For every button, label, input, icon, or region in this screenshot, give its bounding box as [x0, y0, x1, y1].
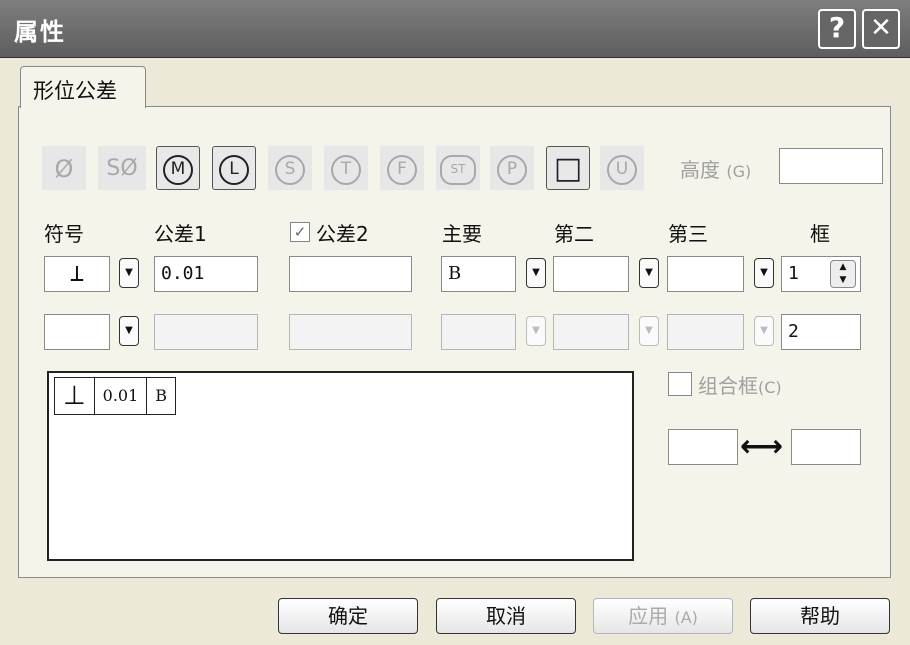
preview-area: ⊥ 0.01 B	[47, 371, 634, 561]
tangent-plane-glyph: T	[331, 155, 361, 185]
primary-dropdown-row2[interactable]: ▼	[526, 316, 546, 346]
header-tolerance-2: 公差2	[316, 222, 369, 246]
diameter-glyph: Ø	[54, 155, 74, 183]
unequal-glyph: U	[607, 155, 637, 185]
tolerance-2-input-row2[interactable]	[289, 314, 412, 350]
tolerance-1-input-row1[interactable]: 0.01	[154, 256, 258, 292]
help-icon[interactable]: ?	[818, 9, 856, 49]
square-icon[interactable]: □	[546, 146, 590, 190]
symbol-selector-2[interactable]	[44, 314, 110, 350]
mmc-glyph: M	[163, 155, 193, 185]
second-dropdown-row2[interactable]: ▼	[639, 316, 659, 346]
projected-zone-icon[interactable]: P	[490, 146, 534, 190]
fcf-datum: B	[155, 386, 168, 405]
third-datum-input-row2[interactable]	[667, 314, 744, 350]
composite-frame-checkbox[interactable]	[668, 372, 692, 396]
fcf-symbol: ⊥	[55, 378, 95, 414]
tab-label: 形位公差	[33, 79, 117, 103]
frame-input-row2[interactable]: 2	[781, 314, 861, 350]
lmc-icon[interactable]: L	[212, 146, 256, 190]
statistical-glyph: ST	[440, 155, 476, 185]
diameter-icon[interactable]: Ø	[42, 146, 86, 190]
header-second: 第二	[554, 222, 594, 246]
cancel-button[interactable]: 取消	[436, 598, 576, 634]
symbol-dropdown-1[interactable]: ▼	[119, 258, 139, 288]
second-datum-input-row1[interactable]	[553, 256, 629, 292]
rfs-icon[interactable]: S	[268, 146, 312, 190]
symbol-dropdown-2[interactable]: ▼	[119, 316, 139, 346]
feature-control-frame: ⊥ 0.01 B	[54, 377, 177, 415]
free-state-glyph: F	[387, 155, 417, 185]
tab-geometric-tolerance[interactable]: 形位公差	[20, 66, 146, 108]
mmc-icon[interactable]: M	[156, 146, 200, 190]
ok-button[interactable]: 确定	[278, 598, 418, 634]
primary-dropdown-row1[interactable]: ▼	[526, 258, 546, 288]
frame-value-row1: 1	[788, 263, 799, 284]
third-dropdown-row1[interactable]: ▼	[754, 258, 774, 288]
second-datum-input-row2[interactable]	[553, 314, 629, 350]
lmc-glyph: L	[219, 155, 249, 185]
header-primary: 主要	[442, 222, 482, 246]
rfs-glyph: S	[275, 155, 305, 185]
primary-datum-input-row1[interactable]: B	[441, 256, 516, 292]
symbol-selector-1[interactable]: ⊥	[44, 256, 110, 292]
square-glyph: □	[553, 151, 583, 186]
composite-left-input[interactable]	[668, 429, 738, 465]
header-tolerance-1: 公差1	[154, 222, 207, 246]
double-arrow-icon: ⟷	[740, 429, 784, 464]
tolerance-2-checkbox[interactable]: ✓	[290, 222, 310, 242]
header-frame: 框	[810, 222, 830, 246]
composite-right-input[interactable]	[791, 429, 861, 465]
height-input[interactable]	[779, 148, 883, 184]
title-bar	[0, 0, 910, 58]
help-button[interactable]: 帮助	[750, 598, 890, 634]
projected-zone-glyph: P	[497, 155, 527, 185]
unequal-icon[interactable]: U	[600, 146, 644, 190]
close-icon[interactable]: ✕	[862, 9, 900, 49]
third-datum-input-row1[interactable]	[667, 256, 744, 292]
statistical-icon[interactable]: ST	[436, 146, 480, 190]
tolerance-1-input-row2[interactable]	[154, 314, 258, 350]
third-dropdown-row2[interactable]: ▼	[754, 316, 774, 346]
composite-frame-label: 组合框(C)	[698, 374, 782, 398]
spinner-arrows-icon[interactable]: ▲ ▼	[830, 260, 856, 288]
second-dropdown-row1[interactable]: ▼	[639, 258, 659, 288]
apply-button[interactable]: 应用 (A)	[593, 598, 733, 634]
spherical-diameter-glyph: SØ	[106, 156, 138, 181]
free-state-icon[interactable]: F	[380, 146, 424, 190]
header-symbol: 符号	[44, 222, 84, 246]
tangent-plane-icon[interactable]: T	[324, 146, 368, 190]
window-title: 属性	[14, 18, 66, 46]
fcf-tolerance: 0.01	[95, 378, 148, 414]
spherical-diameter-icon[interactable]: SØ	[98, 146, 146, 190]
primary-datum-input-row2[interactable]	[441, 314, 516, 350]
tolerance-2-input-row1[interactable]	[289, 256, 412, 292]
header-third: 第三	[668, 222, 708, 246]
height-label: 高度 (G)	[680, 158, 752, 182]
